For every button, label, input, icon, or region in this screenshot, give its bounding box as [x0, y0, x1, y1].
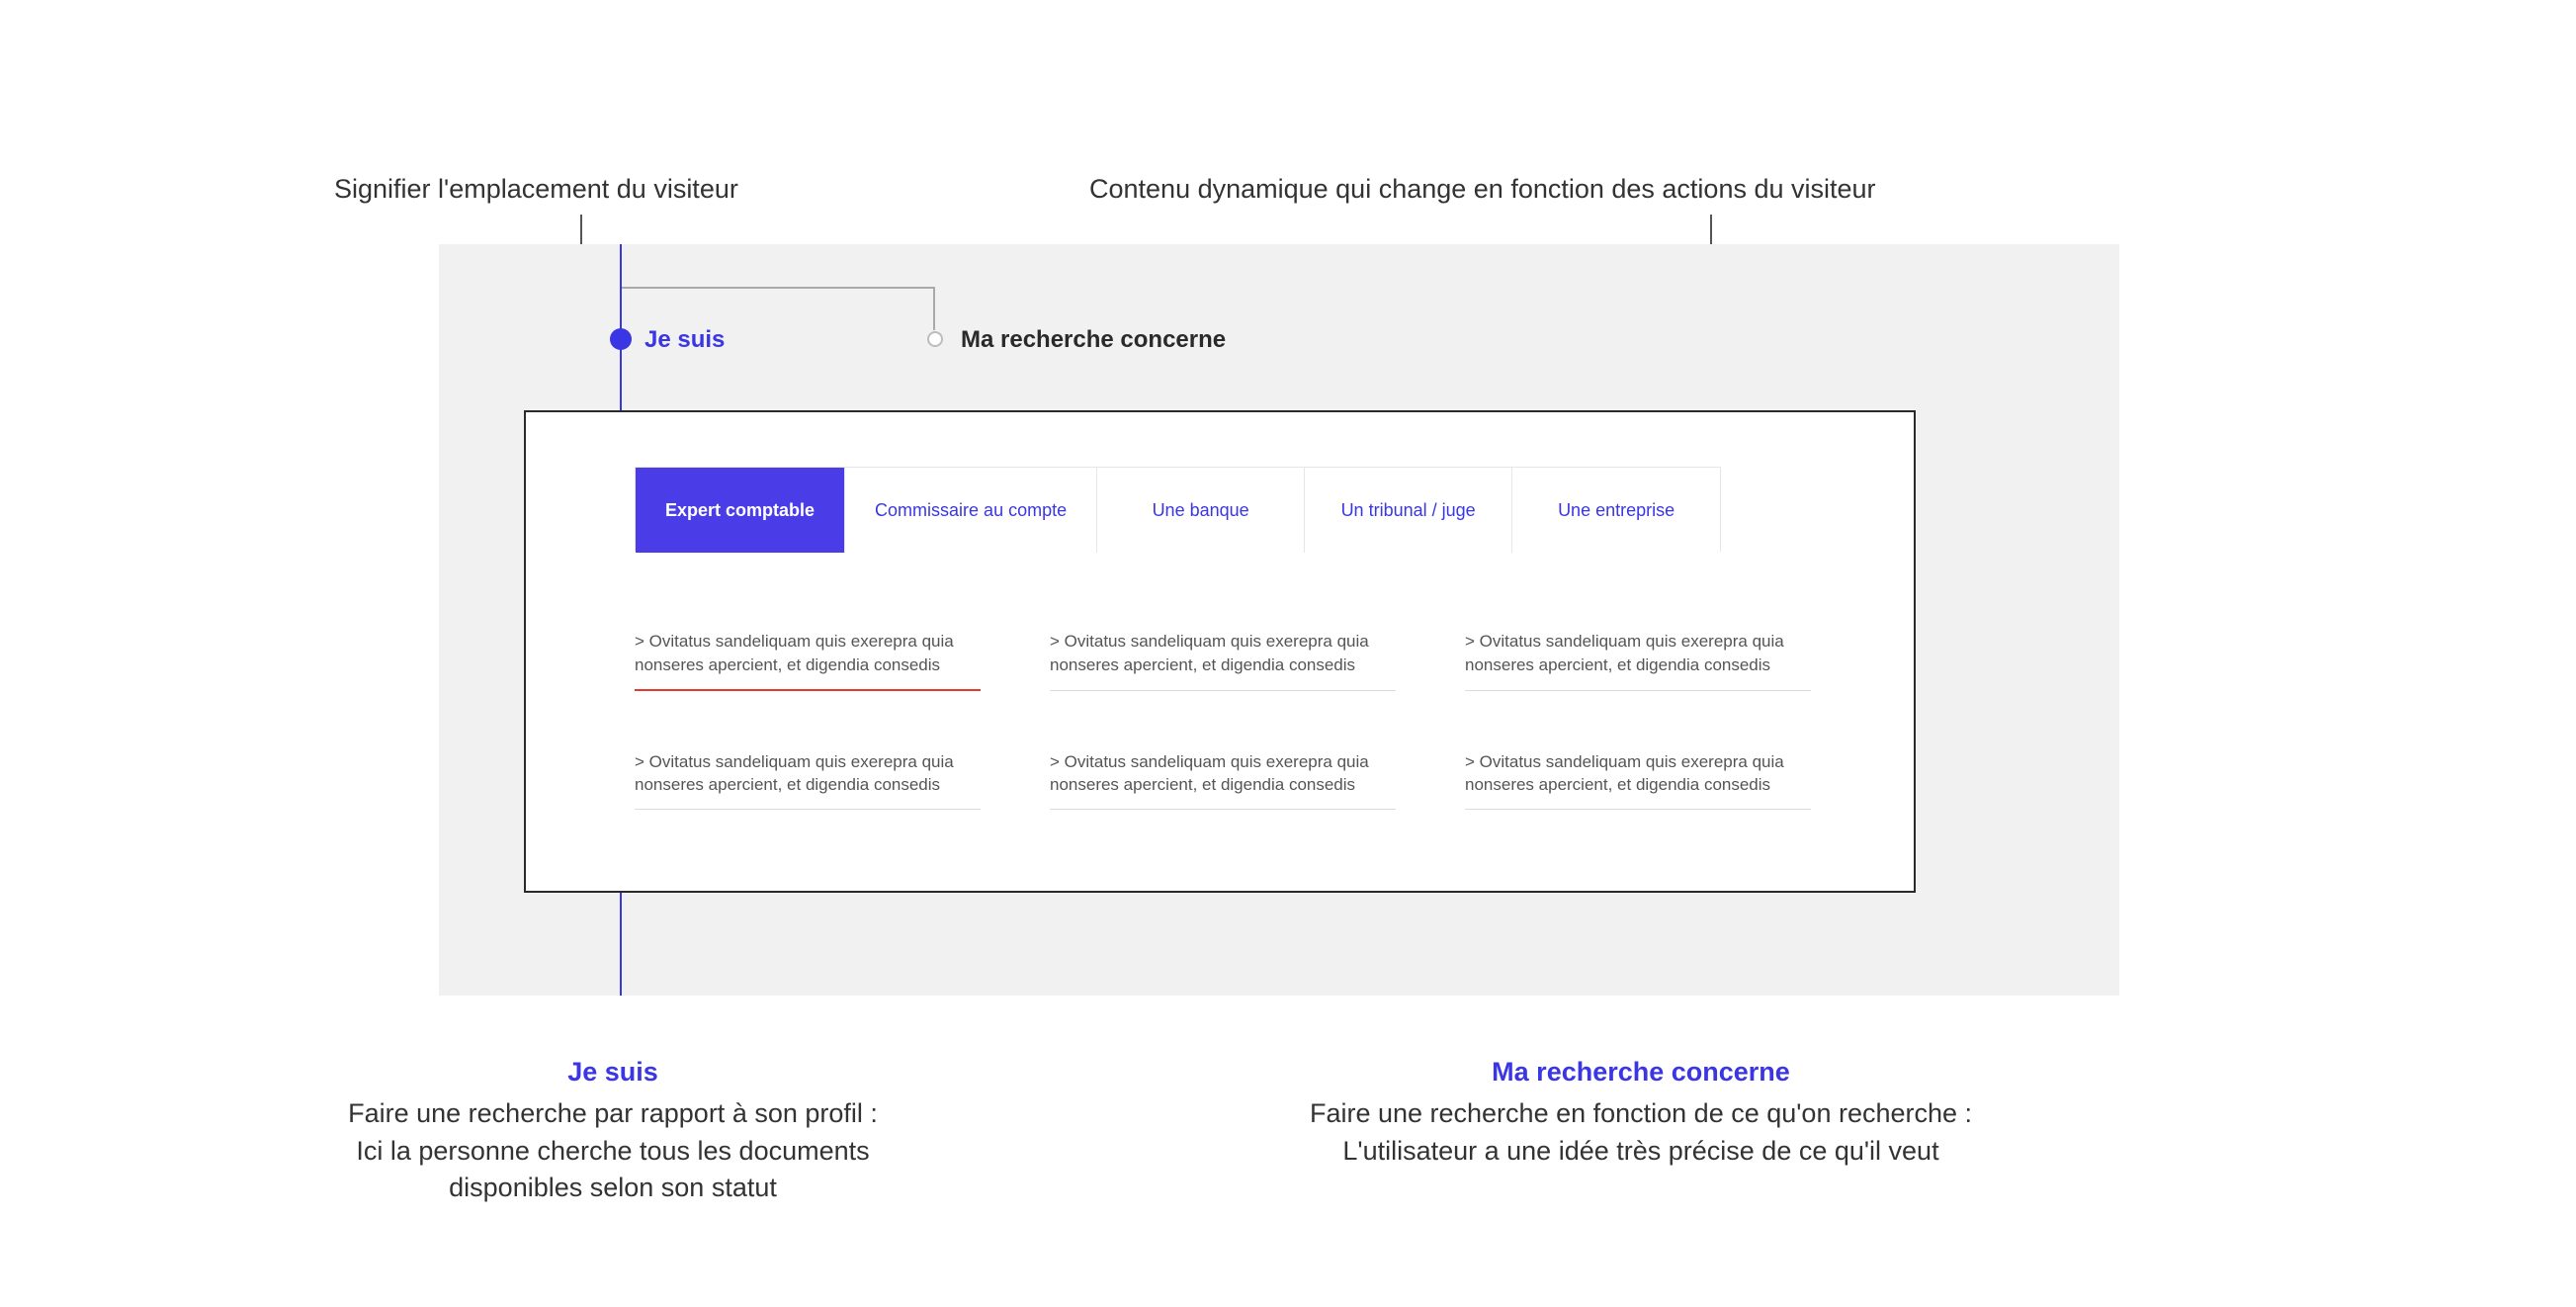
- result-item[interactable]: > Ovitatus sandeliquam quis exerepra qui…: [1050, 750, 1396, 811]
- explanation-title: Ma recherche concerne: [1285, 1054, 1997, 1091]
- tab-une-banque[interactable]: Une banque: [1097, 468, 1305, 553]
- result-item[interactable]: > Ovitatus sandeliquam quis exerepra qui…: [1465, 630, 1811, 691]
- explanation-line: disponibles selon son statut: [449, 1173, 777, 1202]
- annotation-dynamic-content: Contenu dynamique qui change en fonction…: [1089, 174, 1876, 205]
- explanation-line: Ici la personne cherche tous les documen…: [356, 1136, 869, 1166]
- step-label-ma-recherche[interactable]: Ma recherche concerne: [961, 326, 1226, 354]
- result-item[interactable]: > Ovitatus sandeliquam quis exerepra qui…: [1465, 750, 1811, 811]
- explanation-ma-recherche: Ma recherche concerne Faire une recherch…: [1285, 1054, 1997, 1170]
- explanation-je-suis: Je suis Faire une recherche par rapport …: [257, 1054, 969, 1207]
- step-label-je-suis[interactable]: Je suis: [644, 326, 725, 354]
- tab-tribunal-juge[interactable]: Un tribunal / juge: [1305, 468, 1512, 553]
- step-dot-inactive[interactable]: [927, 331, 943, 347]
- tab-une-entreprise[interactable]: Une entreprise: [1512, 468, 1720, 553]
- profile-tabs: Expert comptable Commissaire au compte U…: [635, 467, 1721, 552]
- annotation-visitor-location: Signifier l'emplacement du visiteur: [334, 174, 738, 205]
- connector-elbow-vertical: [933, 287, 935, 330]
- explanation-title: Je suis: [257, 1054, 969, 1091]
- explanation-line: Faire une recherche en fonction de ce qu…: [1310, 1098, 1972, 1128]
- explanation-line: L'utilisateur a une idée très précise de…: [1342, 1136, 1938, 1166]
- connector-elbow-horizontal: [621, 287, 935, 289]
- explanation-line: Faire une recherche par rapport à son pr…: [348, 1098, 878, 1128]
- result-item[interactable]: > Ovitatus sandeliquam quis exerepra qui…: [635, 630, 981, 691]
- tab-commissaire-compte[interactable]: Commissaire au compte: [845, 468, 1097, 553]
- results-grid: > Ovitatus sandeliquam quis exerepra qui…: [635, 630, 1811, 810]
- content-frame: Expert comptable Commissaire au compte U…: [524, 410, 1916, 893]
- result-item[interactable]: > Ovitatus sandeliquam quis exerepra qui…: [635, 750, 981, 811]
- step-dot-active[interactable]: [610, 328, 632, 350]
- result-item[interactable]: > Ovitatus sandeliquam quis exerepra qui…: [1050, 630, 1396, 691]
- tab-expert-comptable[interactable]: Expert comptable: [636, 468, 845, 553]
